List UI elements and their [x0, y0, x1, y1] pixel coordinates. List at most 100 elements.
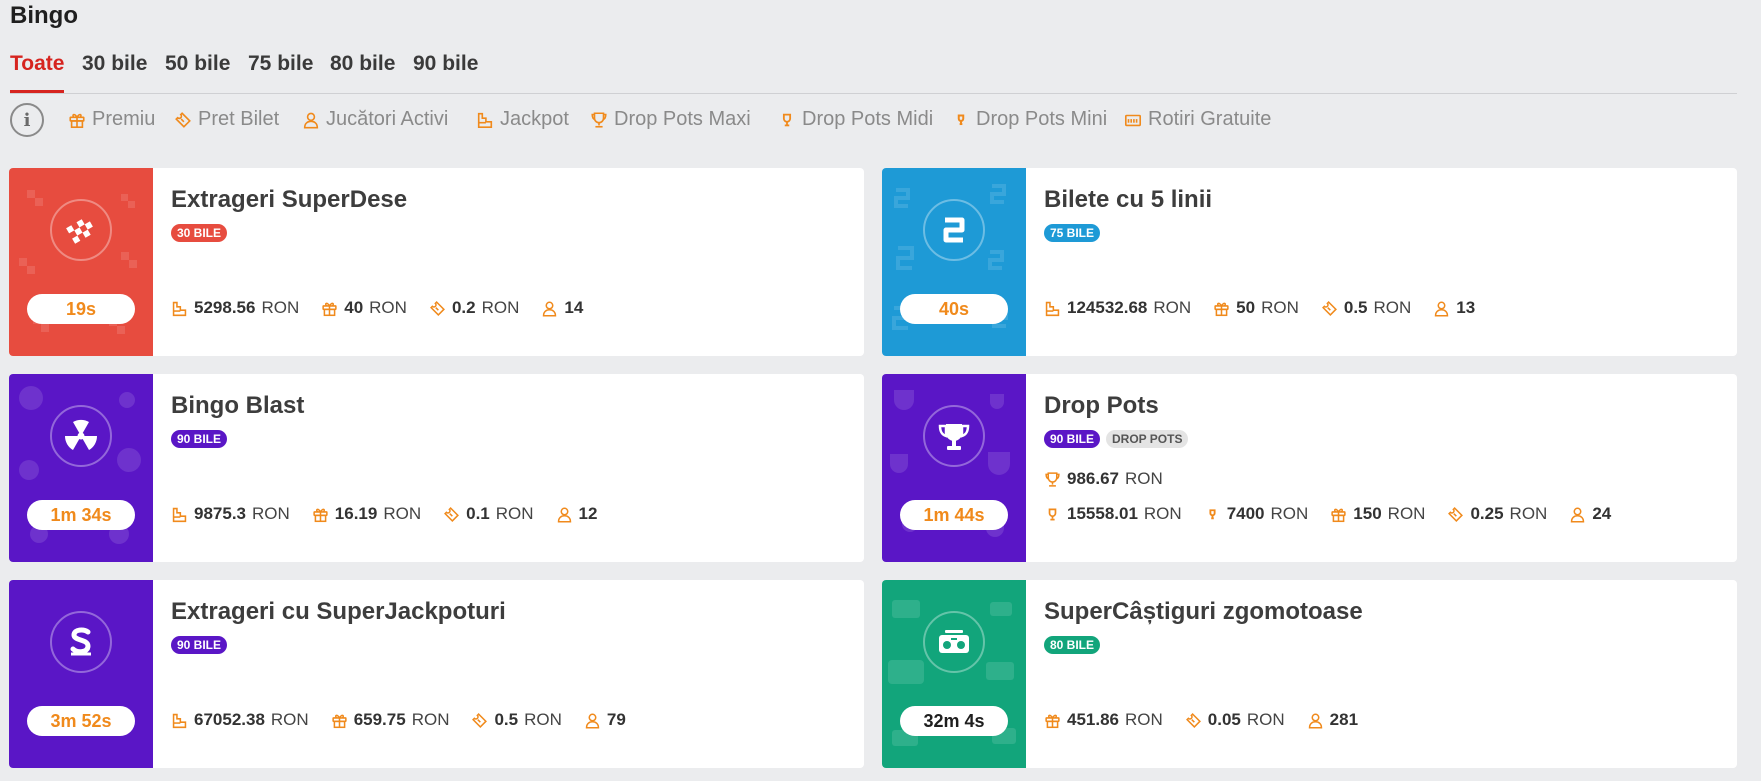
legend-pret-bilet: Pret Bilet [174, 108, 279, 131]
tab-30-bile[interactable]: 30 bile [82, 52, 147, 76]
stat-players: 12 [556, 504, 597, 524]
stat-ticket-price: 0.25 RON [1447, 504, 1547, 524]
game-stats: 15558.01 RON 7400 RON 150 RON 0.25 RON 24 [1044, 504, 1611, 524]
player-icon [1433, 300, 1450, 317]
radiation-icon [50, 405, 112, 467]
game-stats: 451.86 RON 0.05 RON 281 [1044, 710, 1358, 730]
ball-count-badge: 75 BILE [1044, 224, 1101, 242]
trophy-large-icon [590, 111, 608, 129]
legend-drop-pots-mini: Drop Pots Mini [952, 108, 1107, 131]
stat-prize: 659.75 RON [331, 710, 449, 730]
checkered-flag-icon [50, 199, 112, 261]
player-icon [1307, 712, 1324, 729]
stat-ticket-price: 0.5 RON [1321, 298, 1411, 318]
drop-pots-badge: DROP POTS [1106, 430, 1189, 448]
trophy-medium-icon [1044, 506, 1061, 523]
game-stats: 9875.3 RON 16.19 RON 0.1 RON 12 [171, 504, 597, 524]
stat-jackpot: 67052.38 RON [171, 710, 309, 730]
gift-icon [312, 506, 329, 523]
player-icon [556, 506, 573, 523]
tab-toate[interactable]: Toate [10, 52, 65, 93]
radiation-pattern-icon [19, 386, 141, 544]
gift-icon [1044, 712, 1061, 729]
stat-prize: 50 RON [1213, 298, 1299, 318]
countdown-timer: 1m 34s [27, 500, 135, 530]
tab-90-bile[interactable]: 90 bile [413, 52, 478, 76]
stat-ticket-price: 0.05 RON [1185, 710, 1285, 730]
game-title: Bingo Blast [171, 392, 305, 419]
stat-prize: 451.86 RON [1044, 710, 1163, 730]
tab-80-bile[interactable]: 80 bile [330, 52, 395, 76]
gift-icon [321, 300, 338, 317]
trophy-pattern-icon [890, 390, 1010, 537]
stat-drop-pots-maxi: 986.67 RON [1044, 469, 1163, 489]
ball-count-badge: 90 BILE [1044, 430, 1101, 448]
game-stats: 67052.38 RON 659.75 RON 0.5 RON 79 [171, 710, 626, 730]
checkered-pattern-icon [19, 190, 137, 334]
trophy-large-icon [1044, 471, 1061, 488]
legend-drop-pots-midi: Drop Pots Midi [778, 108, 933, 131]
countdown-timer: 40s [900, 294, 1008, 324]
trophy-icon [923, 405, 985, 467]
ball-count-badge: 80 BILE [1044, 636, 1101, 654]
game-card-bilete-cu-5-linii[interactable]: 40s Bilete cu 5 linii 75 BILE 124532.68 R… [882, 168, 1737, 356]
game-card-drop-pots[interactable]: 1m 44s Drop Pots 90 BILE DROP POTS 986.6… [882, 374, 1737, 562]
stat-players: 14 [541, 298, 583, 318]
stat-drop-pots-midi: 15558.01 RON [1044, 504, 1182, 524]
stat-jackpot: 124532.68 RON [1044, 298, 1191, 318]
info-icon[interactable]: i [10, 103, 44, 137]
game-stats: 124532.68 RON 50 RON 0.5 RON 13 [1044, 298, 1475, 318]
trophy-medium-icon [778, 111, 796, 129]
number-pattern-icon [892, 184, 1008, 330]
countdown-timer: 1m 44s [900, 500, 1008, 530]
jackpot-icon [476, 111, 494, 129]
free-spins-icon [1124, 111, 1142, 129]
player-icon [584, 712, 601, 729]
game-card-bingo-blast[interactable]: 1m 34s Bingo Blast 90 BILE 9875.3 RON 16.… [9, 374, 864, 562]
ball-count-badge: 30 BILE [171, 224, 228, 242]
countdown-timer: 32m 4s [900, 706, 1008, 736]
gift-icon [68, 111, 86, 129]
jackpot-icon [1044, 300, 1061, 317]
stat-players: 24 [1569, 504, 1611, 524]
ticket-icon [471, 712, 488, 729]
card-banner: 3m 52s [9, 580, 153, 768]
gift-icon [1330, 506, 1347, 523]
tab-75-bile[interactable]: 75 bile [248, 52, 313, 76]
dollar-s-icon [50, 611, 112, 673]
card-banner: 1m 44s [882, 374, 1026, 562]
ticket-icon [443, 506, 460, 523]
jackpot-icon [171, 712, 188, 729]
stat-prize: 16.19 RON [312, 504, 421, 524]
ticket-icon [429, 300, 446, 317]
stat-players: 281 [1307, 710, 1358, 730]
player-icon [541, 300, 558, 317]
legend-rotiri-gratuite: Rotiri Gratuite [1124, 108, 1271, 131]
ball-count-badge: 90 BILE [171, 636, 228, 654]
stat-drop-pots-mini: 7400 RON [1204, 504, 1308, 524]
tab-50-bile[interactable]: 50 bile [165, 52, 230, 76]
game-card-extrageri-superdese[interactable]: 19s Extrageri SuperDese 30 BILE 5298.56 R… [9, 168, 864, 356]
jackpot-icon [171, 506, 188, 523]
ball-count-badge: 90 BILE [171, 430, 228, 448]
ticket-icon [1185, 712, 1202, 729]
game-card-extrageri-cu-superjackpoturi[interactable]: 3m 52s Extrageri cu SuperJackpoturi 90 B… [9, 580, 864, 768]
stat-players: 79 [584, 710, 626, 730]
trophy-small-icon [952, 111, 970, 129]
stat-ticket-price: 0.1 RON [443, 504, 534, 524]
legend: i Premiu Pret Bilet Jucători Activi Jack… [10, 102, 1737, 138]
stat-players: 13 [1433, 298, 1475, 318]
boombox-pattern-icon [888, 600, 1016, 746]
player-icon [1569, 506, 1586, 523]
stat-ticket-price: 0.2 RON [429, 298, 519, 318]
card-banner: 19s [9, 168, 153, 356]
legend-premiu: Premiu [68, 108, 155, 131]
countdown-timer: 3m 52s [27, 706, 135, 736]
stat-jackpot: 9875.3 RON [171, 504, 290, 524]
ticket-icon [1321, 300, 1338, 317]
jackpot-icon [171, 300, 188, 317]
countdown-timer: 19s [27, 294, 135, 324]
legend-drop-pots-maxi: Drop Pots Maxi [590, 108, 751, 131]
game-title: Bilete cu 5 linii [1044, 186, 1213, 213]
game-card-supercastiguri-zgomotoase[interactable]: 32m 4s SuperCâștiguri zgomotoase 80 BILE… [882, 580, 1737, 768]
